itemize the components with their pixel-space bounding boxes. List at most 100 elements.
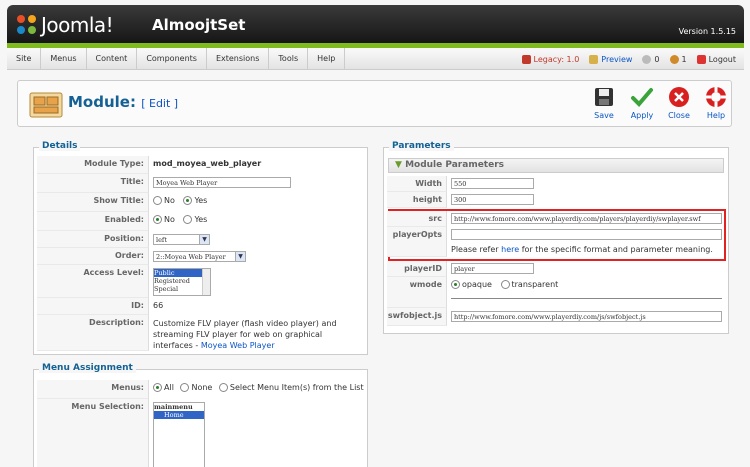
menus-all-label: All <box>164 383 174 392</box>
menu-selection-label: Menu Selection: <box>37 399 149 467</box>
module-parameters-header[interactable]: ▼ Module Parameters <box>388 158 724 173</box>
page-title-sub: [ Edit ] <box>141 97 179 110</box>
menu-assignment-legend: Menu Assignment <box>39 363 136 373</box>
module-parameters-title: Module Parameters <box>405 160 504 170</box>
swfobject-input[interactable]: http://www.fomore.com/www.playerdiy.com/… <box>451 311 722 322</box>
src-input[interactable]: http://www.fomore.com/www.playerdiy.com/… <box>451 213 722 224</box>
version-label: Version 1.5.15 <box>678 27 736 36</box>
row-id: ID: 66 <box>37 298 163 315</box>
main-menu: Site Menus Content Components Extensions… <box>7 47 744 70</box>
show-title-label: Show Title: <box>37 193 149 212</box>
checkmark-icon <box>630 85 654 109</box>
menu-menus[interactable]: Menus <box>41 47 87 70</box>
show-title-no-label: No <box>164 196 175 205</box>
menu-content[interactable]: Content <box>87 47 138 70</box>
description-link[interactable]: Moyea Web Player <box>201 341 275 350</box>
menus-select-radio[interactable] <box>218 383 228 392</box>
playerid-input[interactable]: player <box>451 263 534 274</box>
save-button[interactable]: Save <box>585 85 623 120</box>
row-access-level: Access Level: Public Registered Special <box>37 265 211 298</box>
status-bar: Legacy: 1.0 Preview 0 1 Logout <box>521 48 736 70</box>
logout-link[interactable]: Logout <box>696 54 736 64</box>
logo-text: Joomla! <box>41 13 114 37</box>
playeropts-input[interactable] <box>451 229 722 240</box>
menu-site[interactable]: Site <box>7 47 42 70</box>
message-icon <box>642 54 652 64</box>
menus-label: Menus: <box>37 380 149 399</box>
users-icon <box>669 54 679 64</box>
joomla-legacy-icon <box>521 54 531 64</box>
scrollbar[interactable] <box>202 269 210 295</box>
menu-selection-list[interactable]: mainmenu Home <box>153 402 205 467</box>
enabled-no-radio[interactable] <box>153 215 162 224</box>
row-menus: Menus: All None Select Menu Item(s) from… <box>37 380 364 399</box>
row-menu-selection: Menu Selection: mainmenu Home <box>37 399 205 467</box>
menu-selection-item[interactable]: mainmenu <box>154 403 204 411</box>
menu-selection-item[interactable]: Home <box>154 411 204 419</box>
module-type-value: mod_moyea_web_player <box>153 159 262 168</box>
position-label: Position: <box>37 231 149 248</box>
wmode-opaque-radio[interactable] <box>451 280 460 289</box>
details-legend: Details <box>39 141 81 151</box>
apply-label: Apply <box>630 111 654 120</box>
menu-extensions[interactable]: Extensions <box>207 47 270 70</box>
row-show-title: Show Title: No Yes <box>37 193 207 212</box>
row-src: src http://www.fomore.com/www.playerdiy.… <box>387 211 722 227</box>
preview-icon <box>589 54 599 64</box>
row-title: Title: Moyea Web Player <box>37 174 291 193</box>
menus-all-radio[interactable] <box>153 383 162 392</box>
row-order: Order: 2::Moyea Web Player ▼ <box>37 248 246 265</box>
row-enabled: Enabled: No Yes <box>37 212 207 231</box>
messages-count: 0 <box>654 54 660 64</box>
logout-label: Logout <box>708 54 736 64</box>
module-type-label: Module Type: <box>37 156 149 174</box>
show-title-no-radio[interactable] <box>153 196 162 205</box>
help-button[interactable]: Help <box>697 85 735 120</box>
row-position: Position: left ▼ <box>37 231 210 248</box>
joomla-logo-icon <box>17 15 37 35</box>
swfobject-label: swfobject.js <box>387 308 447 326</box>
note-here-link[interactable]: here <box>501 245 519 254</box>
menu-components[interactable]: Components <box>137 47 207 70</box>
enabled-no-label: No <box>164 215 175 224</box>
menus-none-radio[interactable] <box>180 383 190 392</box>
separator <box>451 298 722 299</box>
save-label: Save <box>594 111 614 120</box>
details-panel: Details Module Type: mod_moyea_web_playe… <box>33 141 368 355</box>
title-label: Title: <box>37 174 149 193</box>
height-input[interactable]: 300 <box>451 194 534 205</box>
playeropts-label: playerOpts <box>387 227 447 257</box>
row-wmode: wmode opaque transparent <box>387 277 722 308</box>
access-level-list[interactable]: Public Registered Special <box>153 268 211 296</box>
row-width: Width 550 <box>387 176 534 192</box>
order-select[interactable]: 2::Moyea Web Player ▼ <box>153 251 246 262</box>
menu-tools[interactable]: Tools <box>269 47 309 70</box>
menus-none-label: None <box>191 383 213 392</box>
page-title-text: Module: <box>68 93 136 111</box>
row-swfobject: swfobject.js http://www.fomore.com/www.p… <box>387 308 722 326</box>
position-value: left <box>156 235 167 244</box>
src-label: src <box>387 211 447 227</box>
row-playerid: playerID player <box>387 261 534 277</box>
apply-button[interactable]: Apply <box>623 85 661 120</box>
width-input[interactable]: 550 <box>451 178 534 189</box>
width-label: Width <box>387 176 447 192</box>
users-status[interactable]: 1 <box>669 54 687 64</box>
preview-link[interactable]: Preview <box>589 54 632 64</box>
messages-status[interactable]: 0 <box>642 54 660 64</box>
enabled-yes-radio[interactable] <box>183 215 193 224</box>
legacy-status[interactable]: Legacy: 1.0 <box>521 54 579 64</box>
title-input[interactable]: Moyea Web Player <box>153 177 291 188</box>
menu-help[interactable]: Help <box>308 47 346 70</box>
height-label: height <box>387 192 447 208</box>
wmode-transparent-radio[interactable] <box>500 280 510 289</box>
order-value: 2::Moyea Web Player <box>156 252 226 261</box>
header: Joomla! AlmoojtSet Version 1.5.15 <box>7 5 744 43</box>
close-button[interactable]: Close <box>660 85 698 120</box>
admin-window: Joomla! AlmoojtSet Version 1.5.15 Site M… <box>0 0 750 467</box>
position-select[interactable]: left ▼ <box>153 234 210 245</box>
page-title: Module: [ Edit ] <box>68 93 178 111</box>
id-value: 66 <box>153 301 164 310</box>
access-level-label: Access Level: <box>37 265 149 298</box>
show-title-yes-radio[interactable] <box>183 196 193 205</box>
